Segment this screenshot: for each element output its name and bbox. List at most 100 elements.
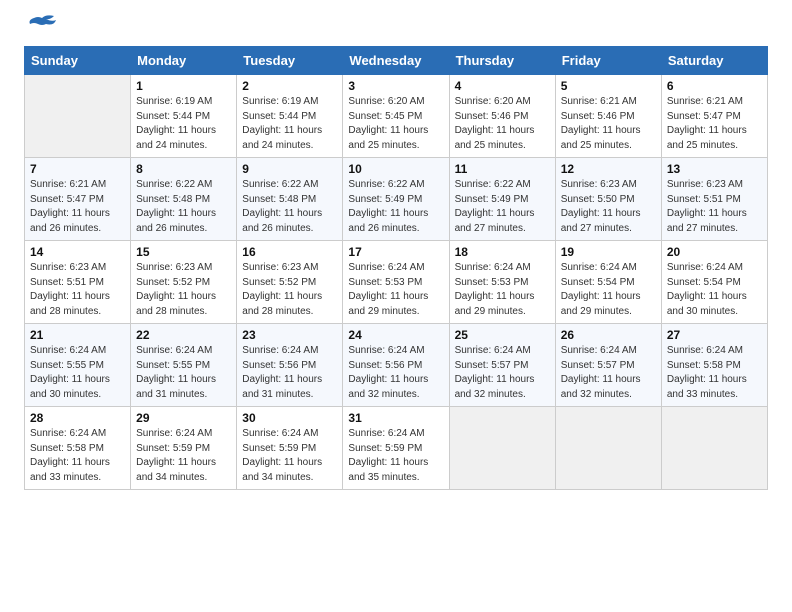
calendar-table: SundayMondayTuesdayWednesdayThursdayFrid… [24,46,768,490]
calendar-cell: 15 Sunrise: 6:23 AMSunset: 5:52 PMDayligh… [131,241,237,324]
day-info: Sunrise: 6:20 AMSunset: 5:45 PMDaylight:… [348,95,443,153]
day-info: Sunrise: 6:24 AMSunset: 5:58 PMDaylight:… [30,427,125,485]
day-number: 10 [348,162,443,176]
day-info: Sunrise: 6:23 AMSunset: 5:52 PMDaylight:… [242,261,337,319]
day-number: 14 [30,245,125,259]
weekday-header-tuesday: Tuesday [237,47,343,75]
day-info: Sunrise: 6:24 AMSunset: 5:53 PMDaylight:… [455,261,550,319]
day-info: Sunrise: 6:24 AMSunset: 5:59 PMDaylight:… [136,427,231,485]
day-number: 27 [667,328,762,342]
calendar-cell: 13 Sunrise: 6:23 AMSunset: 5:51 PMDayligh… [661,158,767,241]
logo [24,24,58,36]
day-number: 2 [242,79,337,93]
calendar-cell: 16 Sunrise: 6:23 AMSunset: 5:52 PMDayligh… [237,241,343,324]
day-info: Sunrise: 6:23 AMSunset: 5:50 PMDaylight:… [561,178,656,236]
calendar-cell: 22 Sunrise: 6:24 AMSunset: 5:55 PMDayligh… [131,324,237,407]
calendar-week-row: 7Sunrise: 6:21 AMSunset: 5:47 PMDaylight… [25,158,768,241]
weekday-header-friday: Friday [555,47,661,75]
day-number: 16 [242,245,337,259]
calendar-cell: 9 Sunrise: 6:22 AMSunset: 5:48 PMDaylight… [237,158,343,241]
calendar-cell: 28 Sunrise: 6:24 AMSunset: 5:58 PMDayligh… [25,407,131,490]
calendar-cell: 18 Sunrise: 6:24 AMSunset: 5:53 PMDayligh… [449,241,555,324]
day-info: Sunrise: 6:22 AMSunset: 5:48 PMDaylight:… [242,178,337,236]
day-info: Sunrise: 6:24 AMSunset: 5:59 PMDaylight:… [242,427,337,485]
calendar-cell: 8 Sunrise: 6:22 AMSunset: 5:48 PMDaylight… [131,158,237,241]
calendar-cell: 1Sunrise: 6:19 AMSunset: 5:44 PMDaylight… [131,75,237,158]
day-number: 30 [242,411,337,425]
day-info: Sunrise: 6:24 AMSunset: 5:56 PMDaylight:… [348,344,443,402]
calendar-cell: 11Sunrise: 6:22 AMSunset: 5:49 PMDayligh… [449,158,555,241]
day-info: Sunrise: 6:23 AMSunset: 5:51 PMDaylight:… [667,178,762,236]
day-number: 22 [136,328,231,342]
day-number: 31 [348,411,443,425]
calendar-cell: 4Sunrise: 6:20 AMSunset: 5:46 PMDaylight… [449,75,555,158]
day-info: Sunrise: 6:24 AMSunset: 5:59 PMDaylight:… [348,427,443,485]
day-info: Sunrise: 6:22 AMSunset: 5:49 PMDaylight:… [455,178,550,236]
day-number: 13 [667,162,762,176]
calendar-cell: 2Sunrise: 6:19 AMSunset: 5:44 PMDaylight… [237,75,343,158]
day-info: Sunrise: 6:21 AMSunset: 5:47 PMDaylight:… [667,95,762,153]
day-info: Sunrise: 6:24 AMSunset: 5:58 PMDaylight:… [667,344,762,402]
day-number: 6 [667,79,762,93]
day-number: 5 [561,79,656,93]
calendar-cell [449,407,555,490]
calendar-cell: 30 Sunrise: 6:24 AMSunset: 5:59 PMDayligh… [237,407,343,490]
day-info: Sunrise: 6:22 AMSunset: 5:49 PMDaylight:… [348,178,443,236]
day-number: 21 [30,328,125,342]
calendar-cell: 27 Sunrise: 6:24 AMSunset: 5:58 PMDayligh… [661,324,767,407]
day-info: Sunrise: 6:23 AMSunset: 5:52 PMDaylight:… [136,261,231,319]
day-number: 28 [30,411,125,425]
day-number: 18 [455,245,550,259]
day-number: 8 [136,162,231,176]
calendar-cell: 20 Sunrise: 6:24 AMSunset: 5:54 PMDayligh… [661,241,767,324]
day-number: 9 [242,162,337,176]
day-info: Sunrise: 6:21 AMSunset: 5:46 PMDaylight:… [561,95,656,153]
weekday-header-monday: Monday [131,47,237,75]
calendar-cell [555,407,661,490]
logo-bird-icon [26,14,58,36]
calendar-week-row: 14 Sunrise: 6:23 AMSunset: 5:51 PMDayligh… [25,241,768,324]
calendar-cell: 19 Sunrise: 6:24 AMSunset: 5:54 PMDayligh… [555,241,661,324]
day-info: Sunrise: 6:24 AMSunset: 5:53 PMDaylight:… [348,261,443,319]
weekday-header-thursday: Thursday [449,47,555,75]
calendar-header-row: SundayMondayTuesdayWednesdayThursdayFrid… [25,47,768,75]
calendar-cell: 31 Sunrise: 6:24 AMSunset: 5:59 PMDayligh… [343,407,449,490]
calendar-cell: 14 Sunrise: 6:23 AMSunset: 5:51 PMDayligh… [25,241,131,324]
day-number: 23 [242,328,337,342]
day-info: Sunrise: 6:24 AMSunset: 5:57 PMDaylight:… [455,344,550,402]
day-number: 19 [561,245,656,259]
calendar-cell: 29 Sunrise: 6:24 AMSunset: 5:59 PMDayligh… [131,407,237,490]
page-header [24,20,768,36]
calendar-cell: 26 Sunrise: 6:24 AMSunset: 5:57 PMDayligh… [555,324,661,407]
day-info: Sunrise: 6:23 AMSunset: 5:51 PMDaylight:… [30,261,125,319]
day-info: Sunrise: 6:24 AMSunset: 5:54 PMDaylight:… [667,261,762,319]
day-number: 3 [348,79,443,93]
weekday-header-sunday: Sunday [25,47,131,75]
day-info: Sunrise: 6:22 AMSunset: 5:48 PMDaylight:… [136,178,231,236]
calendar-week-row: 1Sunrise: 6:19 AMSunset: 5:44 PMDaylight… [25,75,768,158]
day-info: Sunrise: 6:24 AMSunset: 5:55 PMDaylight:… [30,344,125,402]
day-number: 24 [348,328,443,342]
day-info: Sunrise: 6:19 AMSunset: 5:44 PMDaylight:… [136,95,231,153]
day-number: 26 [561,328,656,342]
calendar-week-row: 21 Sunrise: 6:24 AMSunset: 5:55 PMDayligh… [25,324,768,407]
calendar-cell: 10 Sunrise: 6:22 AMSunset: 5:49 PMDayligh… [343,158,449,241]
day-number: 15 [136,245,231,259]
day-info: Sunrise: 6:24 AMSunset: 5:54 PMDaylight:… [561,261,656,319]
weekday-header-saturday: Saturday [661,47,767,75]
calendar-cell: 17 Sunrise: 6:24 AMSunset: 5:53 PMDayligh… [343,241,449,324]
calendar-cell: 25 Sunrise: 6:24 AMSunset: 5:57 PMDayligh… [449,324,555,407]
weekday-header-wednesday: Wednesday [343,47,449,75]
day-number: 4 [455,79,550,93]
day-info: Sunrise: 6:24 AMSunset: 5:55 PMDaylight:… [136,344,231,402]
day-number: 17 [348,245,443,259]
day-info: Sunrise: 6:21 AMSunset: 5:47 PMDaylight:… [30,178,125,236]
calendar-cell [25,75,131,158]
calendar-cell: 24 Sunrise: 6:24 AMSunset: 5:56 PMDayligh… [343,324,449,407]
day-info: Sunrise: 6:24 AMSunset: 5:57 PMDaylight:… [561,344,656,402]
day-number: 20 [667,245,762,259]
calendar-cell: 6 Sunrise: 6:21 AMSunset: 5:47 PMDaylight… [661,75,767,158]
calendar-cell [661,407,767,490]
day-number: 25 [455,328,550,342]
day-number: 29 [136,411,231,425]
